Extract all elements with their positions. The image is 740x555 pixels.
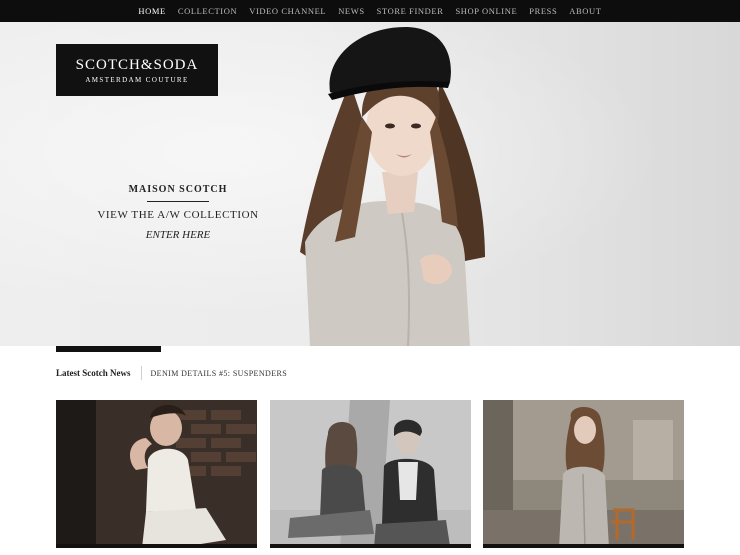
promo-divider xyxy=(147,201,209,202)
brand-logo[interactable]: SCOTCH&SODA AMSTERDAM COUTURE xyxy=(56,44,218,96)
nav-item-press[interactable]: PRESS xyxy=(529,6,557,16)
promo-title: MAISON SCOTCH xyxy=(128,184,228,195)
tile-photo-3 xyxy=(483,400,684,548)
news-ticker: Latest Scotch News DENIM DETAILS #5: SUS… xyxy=(56,366,287,380)
enter-here-link[interactable]: ENTER HERE xyxy=(80,229,276,241)
nav-item-collection[interactable]: COLLECTION xyxy=(178,6,237,16)
news-accent-bar xyxy=(56,346,161,352)
hero-model-photo xyxy=(300,27,485,346)
nav-item-store-finder[interactable]: STORE FINDER xyxy=(377,6,444,16)
nav-item-about[interactable]: ABOUT xyxy=(569,6,601,16)
hero-banner[interactable]: SCOTCH&SODA AMSTERDAM COUTURE MAISON SCO… xyxy=(0,22,740,346)
collection-promo: MAISON SCOTCH VIEW THE A/W COLLECTION EN… xyxy=(80,184,276,241)
top-navigation: HOME COLLECTION VIDEO CHANNEL NEWS STORE… xyxy=(0,0,740,22)
tile-photo-2 xyxy=(270,400,471,548)
tile-photo-1 xyxy=(56,400,257,548)
news-headline-link[interactable]: DENIM DETAILS #5: SUSPENDERS xyxy=(151,369,288,378)
nav-item-shop-online[interactable]: SHOP ONLINE xyxy=(455,6,517,16)
view-collection-link[interactable]: VIEW THE A/W COLLECTION xyxy=(80,209,276,221)
nav-list: HOME COLLECTION VIDEO CHANNEL NEWS STORE… xyxy=(0,0,740,22)
news-divider xyxy=(140,366,142,380)
nav-item-news[interactable]: NEWS xyxy=(338,6,364,16)
logo-tagline: AMSTERDAM COUTURE xyxy=(85,75,189,84)
feature-tile-2[interactable] xyxy=(270,400,471,548)
feature-tile-1[interactable] xyxy=(56,400,257,548)
feature-tile-3[interactable] xyxy=(483,400,684,548)
nav-item-home[interactable]: HOME xyxy=(138,6,165,16)
nav-item-video-channel[interactable]: VIDEO CHANNEL xyxy=(249,6,326,16)
news-label: Latest Scotch News xyxy=(56,368,131,378)
logo-wordmark: SCOTCH&SODA xyxy=(75,56,199,73)
